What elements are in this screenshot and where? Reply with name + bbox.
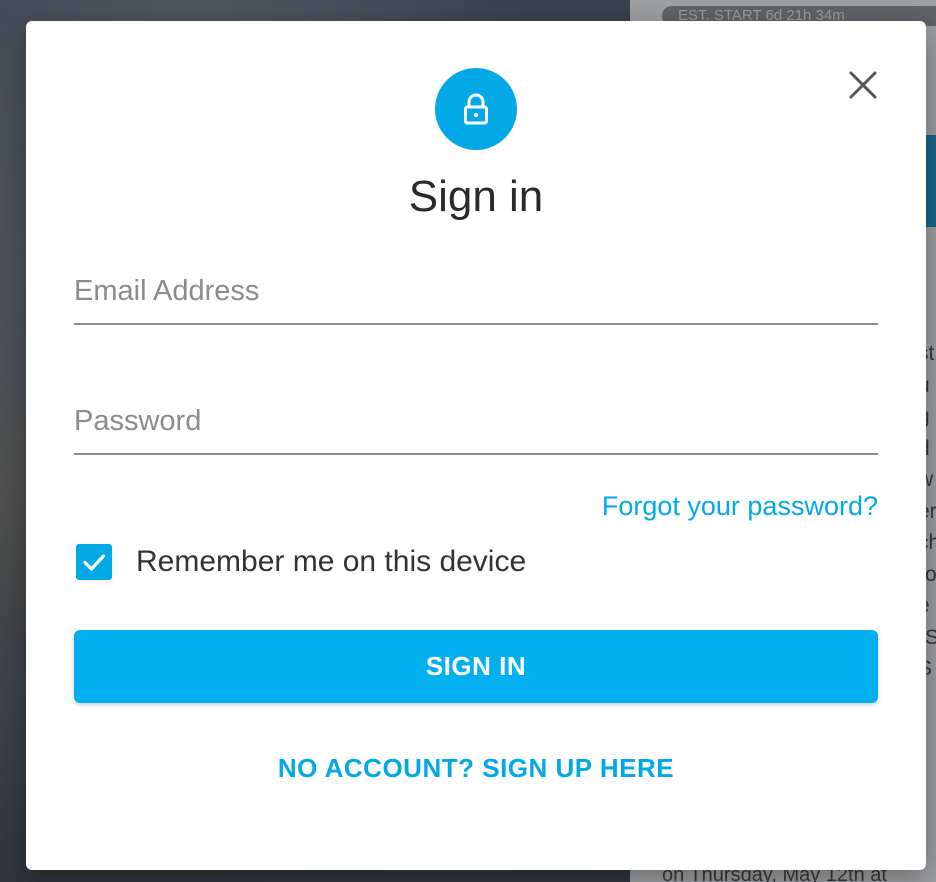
sign-in-dialog: Sign in Forgot your password? Remember m… xyxy=(26,21,926,870)
sign-up-link[interactable]: NO ACCOUNT? SIGN UP HERE xyxy=(26,753,926,784)
email-field-group xyxy=(74,269,878,325)
remember-me-row[interactable]: Remember me on this device xyxy=(76,544,526,580)
password-field-group xyxy=(74,399,878,455)
lock-badge xyxy=(435,68,517,150)
dialog-title: Sign in xyxy=(408,172,544,221)
close-icon xyxy=(849,71,877,99)
password-underline xyxy=(74,453,878,455)
close-button[interactable] xyxy=(845,67,881,103)
lock-icon xyxy=(464,93,488,125)
email-input[interactable] xyxy=(74,269,878,313)
forgot-password-link[interactable]: Forgot your password? xyxy=(602,491,878,522)
password-input[interactable] xyxy=(74,399,878,443)
sign-in-button[interactable]: SIGN IN xyxy=(74,630,878,703)
email-underline xyxy=(74,323,878,325)
remember-me-label: Remember me on this device xyxy=(136,545,527,578)
remember-me-checkbox[interactable] xyxy=(76,544,112,580)
checkmark-icon xyxy=(83,554,106,571)
